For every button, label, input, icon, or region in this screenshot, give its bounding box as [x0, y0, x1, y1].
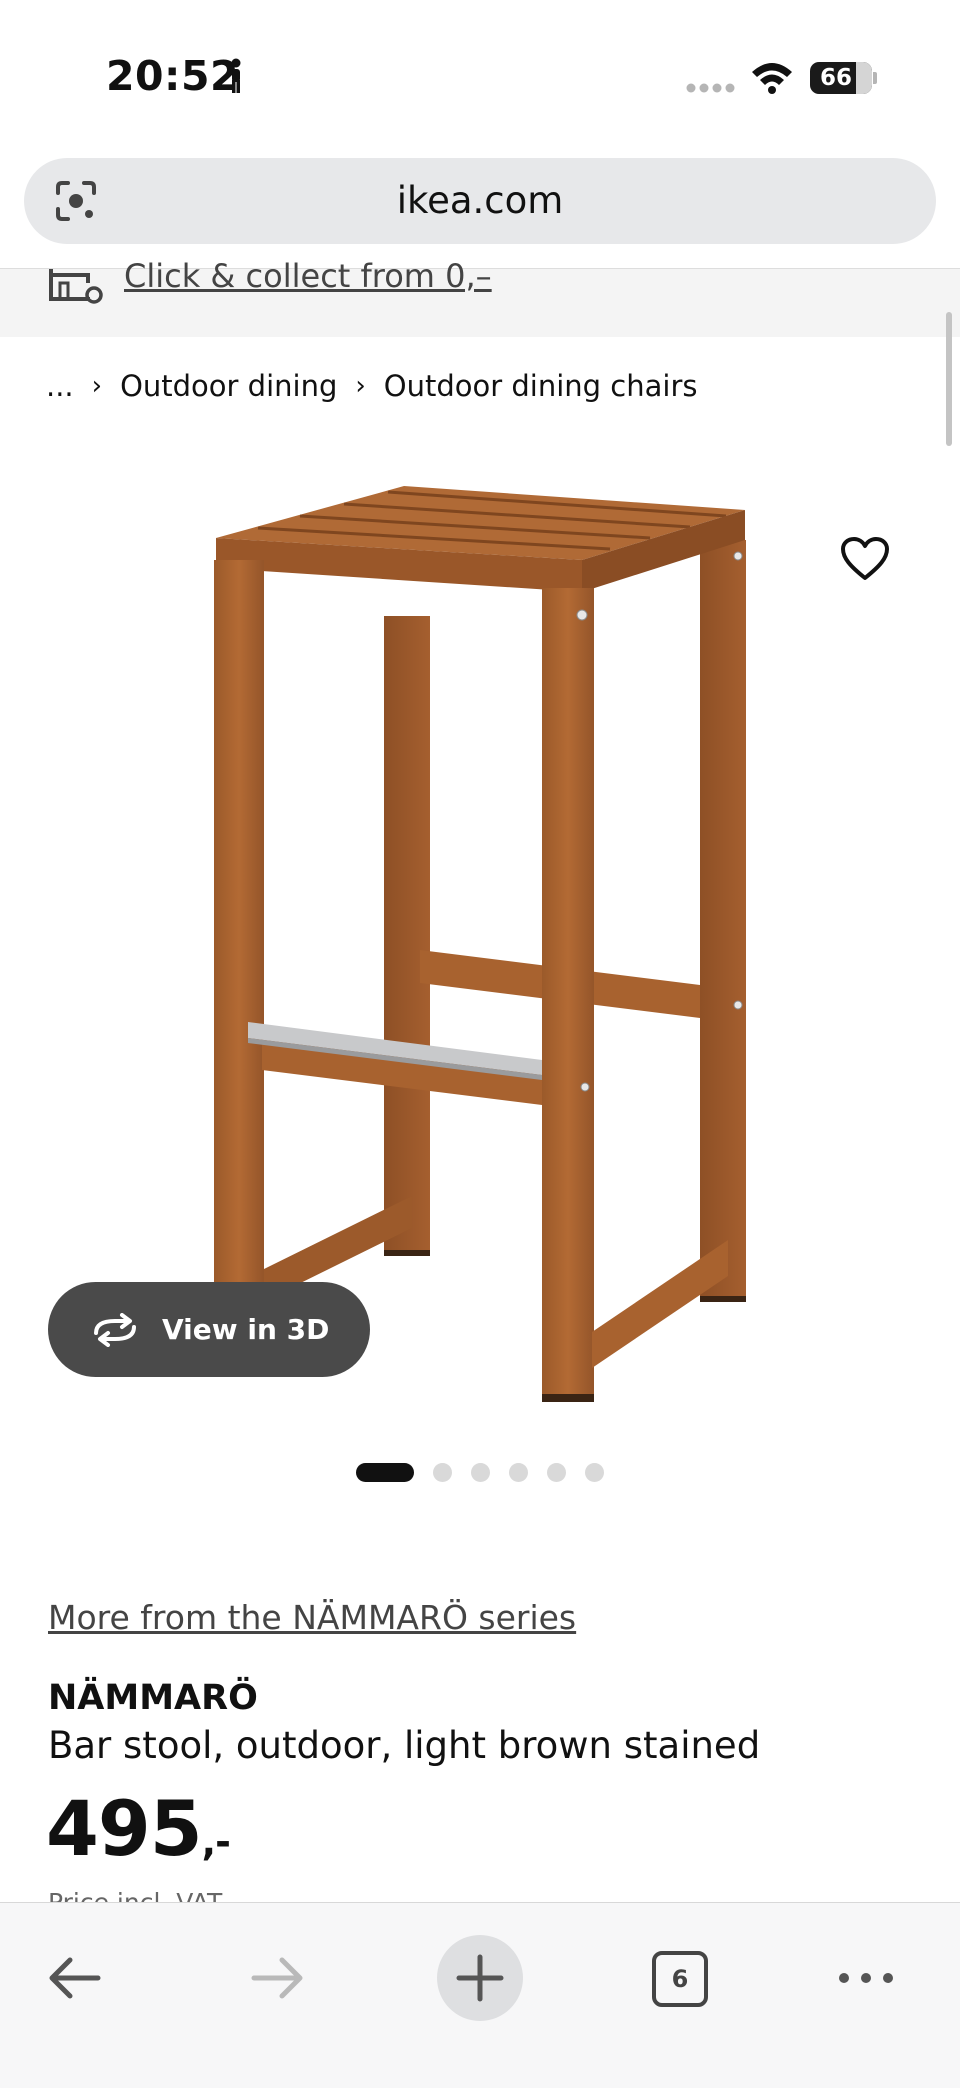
collect-link[interactable]: Click & collect from 0,–	[124, 257, 492, 295]
battery-empty-segment	[856, 62, 872, 94]
favorite-heart-icon[interactable]	[840, 536, 890, 582]
chevron-right-icon: ›	[91, 371, 103, 401]
status-time: 20:52	[106, 52, 240, 100]
series-link[interactable]: More from the NÄMMARÖ series	[48, 1598, 576, 1637]
tab-count: 6	[671, 1965, 689, 1993]
more-icon[interactable]	[836, 1963, 896, 1993]
price-value: 495	[46, 1784, 203, 1873]
plus-icon	[456, 1954, 504, 2002]
view-in-3d-button[interactable]: View in 3D	[48, 1282, 370, 1377]
store-icon	[49, 269, 103, 304]
new-tab-button[interactable]	[437, 1935, 523, 2021]
wifi-icon	[752, 63, 792, 94]
product-price: 495,-	[46, 1784, 231, 1873]
breadcrumb-outdoor-dining[interactable]: Outdoor dining	[120, 369, 337, 403]
browser-toolbar: 6	[0, 1902, 960, 2088]
battery-icon: 66	[810, 62, 872, 94]
status-bar: 20:52 66	[0, 0, 960, 150]
person-walking-icon	[231, 58, 241, 93]
rotate-3d-icon	[94, 1312, 136, 1347]
breadcrumb-outdoor-dining-chairs[interactable]: Outdoor dining chairs	[384, 369, 698, 403]
carousel-dot[interactable]	[433, 1463, 452, 1482]
carousel-dot[interactable]	[509, 1463, 528, 1482]
carousel-dot[interactable]	[547, 1463, 566, 1482]
scrollbar-thumb[interactable]	[946, 312, 952, 446]
signal-dots-icon	[686, 83, 735, 93]
address-bar[interactable]: ikea.com	[24, 158, 936, 244]
carousel-dot[interactable]	[471, 1463, 490, 1482]
forward-arrow-icon[interactable]	[248, 1953, 308, 2003]
carousel-dot[interactable]	[585, 1463, 604, 1482]
battery-cap	[873, 72, 877, 84]
carousel-dots	[356, 1463, 604, 1482]
product-name: NÄMMARÖ	[48, 1678, 258, 1718]
collect-banner: Click & collect from 0,–	[0, 257, 960, 337]
chevron-right-icon: ›	[355, 371, 366, 401]
breadcrumb: ... › Outdoor dining › Outdoor dining ch…	[46, 366, 698, 406]
battery-percent: 66	[819, 65, 852, 91]
back-arrow-icon[interactable]	[44, 1953, 104, 2003]
url-text[interactable]: ikea.com	[24, 158, 936, 244]
tabs-button[interactable]: 6	[652, 1951, 708, 2007]
breadcrumb-ellipsis[interactable]: ...	[46, 369, 74, 403]
price-suffix: ,-	[201, 1820, 231, 1864]
view-in-3d-label: View in 3D	[162, 1313, 330, 1346]
product-description: Bar stool, outdoor, light brown stained	[48, 1724, 761, 1767]
carousel-dot-active[interactable]	[356, 1463, 414, 1482]
